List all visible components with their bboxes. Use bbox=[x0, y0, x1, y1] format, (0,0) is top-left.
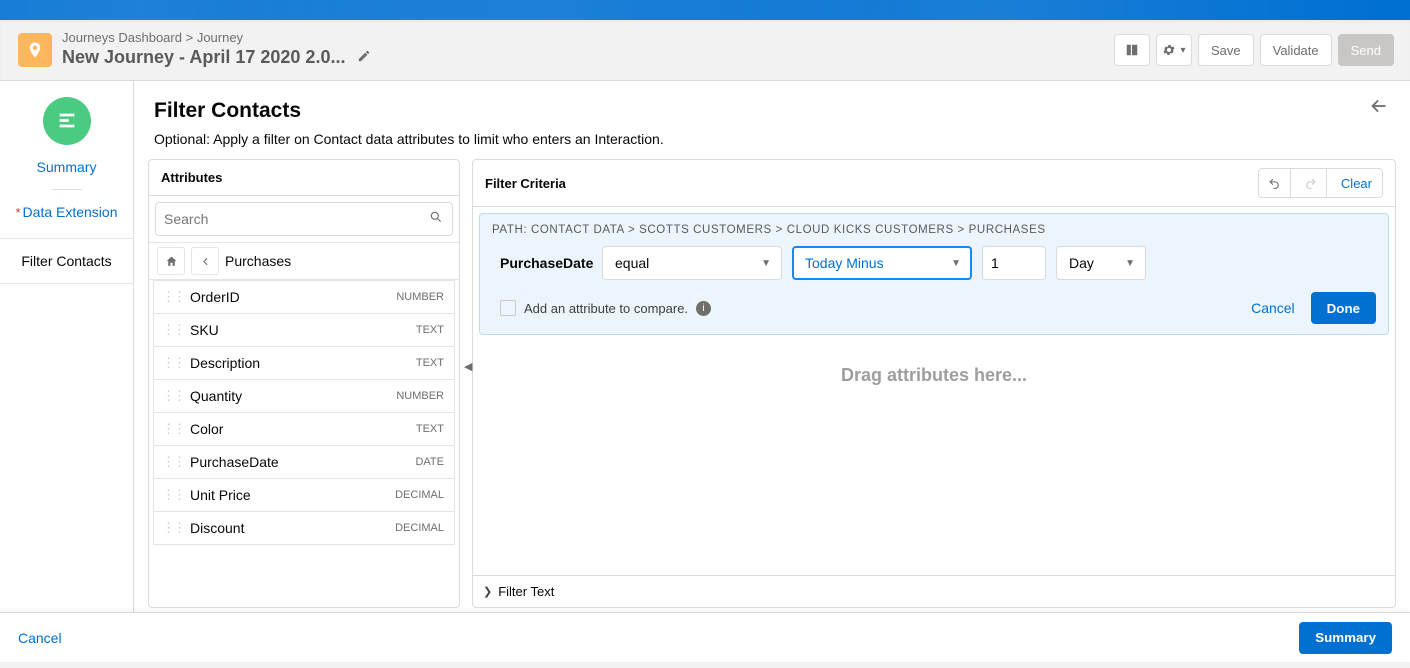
drag-handle-icon: ⋮⋮ bbox=[162, 355, 184, 371]
attribute-row[interactable]: ⋮⋮ DiscountDECIMAL bbox=[153, 512, 455, 545]
attribute-row[interactable]: ⋮⋮ SKUTEXT bbox=[153, 314, 455, 347]
drag-handle-icon: ⋮⋮ bbox=[162, 454, 184, 470]
attr-back-button[interactable] bbox=[191, 247, 219, 275]
nav-summary[interactable]: Summary bbox=[31, 153, 103, 181]
attribute-row[interactable]: ⋮⋮ OrderIDNUMBER bbox=[153, 280, 455, 314]
drag-handle-icon: ⋮⋮ bbox=[162, 520, 184, 536]
footer-summary-button[interactable]: Summary bbox=[1299, 622, 1392, 654]
footer-bar: Cancel Summary bbox=[0, 612, 1410, 662]
chevron-right-icon: ❯ bbox=[483, 585, 492, 598]
drag-handle-icon: ⋮⋮ bbox=[162, 322, 184, 338]
attributes-title: Attributes bbox=[161, 170, 222, 185]
drop-zone[interactable]: Drag attributes here... bbox=[473, 341, 1395, 575]
attribute-type: NUMBER bbox=[396, 291, 444, 303]
filter-text-label: Filter Text bbox=[498, 584, 554, 599]
attribute-row[interactable]: ⋮⋮ QuantityNUMBER bbox=[153, 380, 455, 413]
page-header: Journeys Dashboard > Journey New Journey… bbox=[0, 20, 1410, 81]
attribute-type: TEXT bbox=[416, 357, 444, 369]
criteria-path: PATH: CONTACT DATA > SCOTTS CUSTOMERS > … bbox=[492, 224, 1376, 236]
attribute-row[interactable]: ⋮⋮ PurchaseDateDATE bbox=[153, 446, 455, 479]
drag-handle-icon: ⋮⋮ bbox=[162, 421, 184, 437]
redo-button[interactable] bbox=[1295, 169, 1327, 197]
operator-select[interactable]: equal ▼ bbox=[602, 246, 782, 280]
search-icon bbox=[429, 210, 443, 227]
nav-separator bbox=[52, 189, 82, 190]
attribute-name: Description bbox=[190, 355, 416, 371]
required-indicator: * bbox=[15, 205, 20, 220]
attribute-name: Color bbox=[190, 421, 416, 437]
attribute-type: DECIMAL bbox=[395, 522, 444, 534]
settings-menu-button[interactable]: ▾ bbox=[1156, 34, 1192, 66]
section-title: Filter Contacts bbox=[154, 99, 1390, 123]
attribute-name: Unit Price bbox=[190, 487, 395, 503]
number-input[interactable] bbox=[982, 246, 1046, 280]
drag-handle-icon: ⋮⋮ bbox=[162, 487, 184, 503]
attribute-type: TEXT bbox=[416, 423, 444, 435]
breadcrumb-parent-link[interactable]: Journeys Dashboard bbox=[62, 30, 182, 45]
attribute-row[interactable]: ⋮⋮ DescriptionTEXT bbox=[153, 347, 455, 380]
unit-select-value: Day bbox=[1069, 255, 1094, 271]
operator-select-value: equal bbox=[615, 255, 649, 271]
attribute-name: SKU bbox=[190, 322, 416, 338]
section-subtitle: Optional: Apply a filter on Contact data… bbox=[154, 131, 1390, 147]
info-icon[interactable]: i bbox=[696, 301, 711, 316]
attribute-type: DECIMAL bbox=[395, 489, 444, 501]
filter-criteria-panel: ◀ Filter Criteria Clear bbox=[472, 159, 1396, 608]
breadcrumb-separator: > bbox=[186, 30, 197, 45]
back-arrow-icon[interactable] bbox=[1368, 95, 1390, 122]
journey-app-icon bbox=[18, 33, 52, 67]
save-button[interactable]: Save bbox=[1198, 34, 1254, 66]
nav-summary-link[interactable]: Summary bbox=[37, 159, 97, 175]
attribute-name: OrderID bbox=[190, 289, 396, 305]
attribute-type: NUMBER bbox=[396, 390, 444, 402]
attribute-name: Discount bbox=[190, 520, 395, 536]
attributes-panel: Attributes Purchases ⋮⋮ OrderID bbox=[148, 159, 460, 608]
attribute-row[interactable]: ⋮⋮ ColorTEXT bbox=[153, 413, 455, 446]
breadcrumb-current: Journey bbox=[197, 30, 243, 45]
criteria-block: PATH: CONTACT DATA > SCOTTS CUSTOMERS > … bbox=[479, 213, 1389, 335]
attribute-row[interactable]: ⋮⋮ Unit PriceDECIMAL bbox=[153, 479, 455, 512]
clear-button[interactable]: Clear bbox=[1331, 169, 1382, 197]
page-title: New Journey - April 17 2020 2.0... bbox=[62, 47, 345, 68]
edit-title-icon[interactable] bbox=[353, 45, 375, 70]
chevron-down-icon: ▼ bbox=[1125, 258, 1135, 269]
layout-toggle-button[interactable] bbox=[1114, 34, 1150, 66]
drag-handle-icon: ⋮⋮ bbox=[162, 388, 184, 404]
attribute-name: PurchaseDate bbox=[190, 454, 415, 470]
validate-button[interactable]: Validate bbox=[1260, 34, 1332, 66]
left-nav: Summary *Data Extension Filter Contacts bbox=[0, 81, 134, 618]
send-button[interactable]: Send bbox=[1338, 34, 1394, 66]
compare-checkbox[interactable] bbox=[500, 300, 516, 316]
attribute-name: Quantity bbox=[190, 388, 396, 404]
nav-data-extension[interactable]: *Data Extension bbox=[9, 198, 123, 226]
criteria-done-button[interactable]: Done bbox=[1311, 292, 1376, 324]
drag-handle-icon: ⋮⋮ bbox=[162, 289, 184, 305]
attr-list: ⋮⋮OrderIDNUMBER⋮⋮SKUTEXT⋮⋮DescriptionTEX… bbox=[149, 280, 459, 607]
summary-icon bbox=[43, 97, 91, 145]
chevron-down-icon: ▼ bbox=[951, 258, 961, 269]
chevron-down-icon: ▼ bbox=[761, 258, 771, 269]
footer-cancel-link[interactable]: Cancel bbox=[18, 630, 62, 646]
collapse-handle-icon[interactable]: ◀ bbox=[464, 360, 472, 373]
nav-filter-contacts[interactable]: Filter Contacts bbox=[0, 238, 133, 284]
compare-hint-text: Add an attribute to compare. bbox=[524, 301, 688, 316]
filter-text-toggle[interactable]: ❯ Filter Text bbox=[473, 575, 1395, 607]
header-titles: Journeys Dashboard > Journey New Journey… bbox=[62, 30, 375, 70]
decorative-top-pattern bbox=[0, 0, 1410, 20]
undo-button[interactable] bbox=[1259, 169, 1291, 197]
relative-date-value: Today Minus bbox=[805, 255, 884, 271]
criteria-field-label: PurchaseDate bbox=[500, 255, 592, 271]
attr-breadcrumb: Purchases bbox=[225, 253, 291, 269]
attr-home-button[interactable] bbox=[157, 247, 185, 275]
unit-select[interactable]: Day ▼ bbox=[1056, 246, 1146, 280]
filter-criteria-title: Filter Criteria bbox=[485, 176, 566, 191]
relative-date-select[interactable]: Today Minus ▼ bbox=[792, 246, 972, 280]
attribute-type: DATE bbox=[415, 456, 444, 468]
criteria-cancel-link[interactable]: Cancel bbox=[1251, 300, 1295, 316]
attributes-search-input[interactable] bbox=[155, 202, 453, 236]
attribute-type: TEXT bbox=[416, 324, 444, 336]
nav-data-extension-link[interactable]: Data Extension bbox=[23, 204, 118, 220]
